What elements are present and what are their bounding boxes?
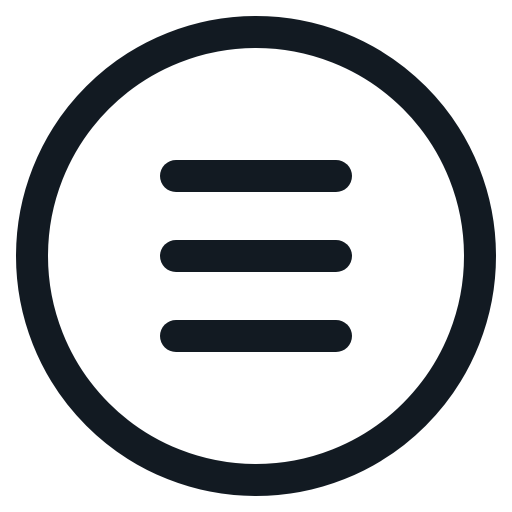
menu-circle-svg — [16, 16, 496, 496]
menu-circle-icon[interactable] — [0, 0, 512, 512]
